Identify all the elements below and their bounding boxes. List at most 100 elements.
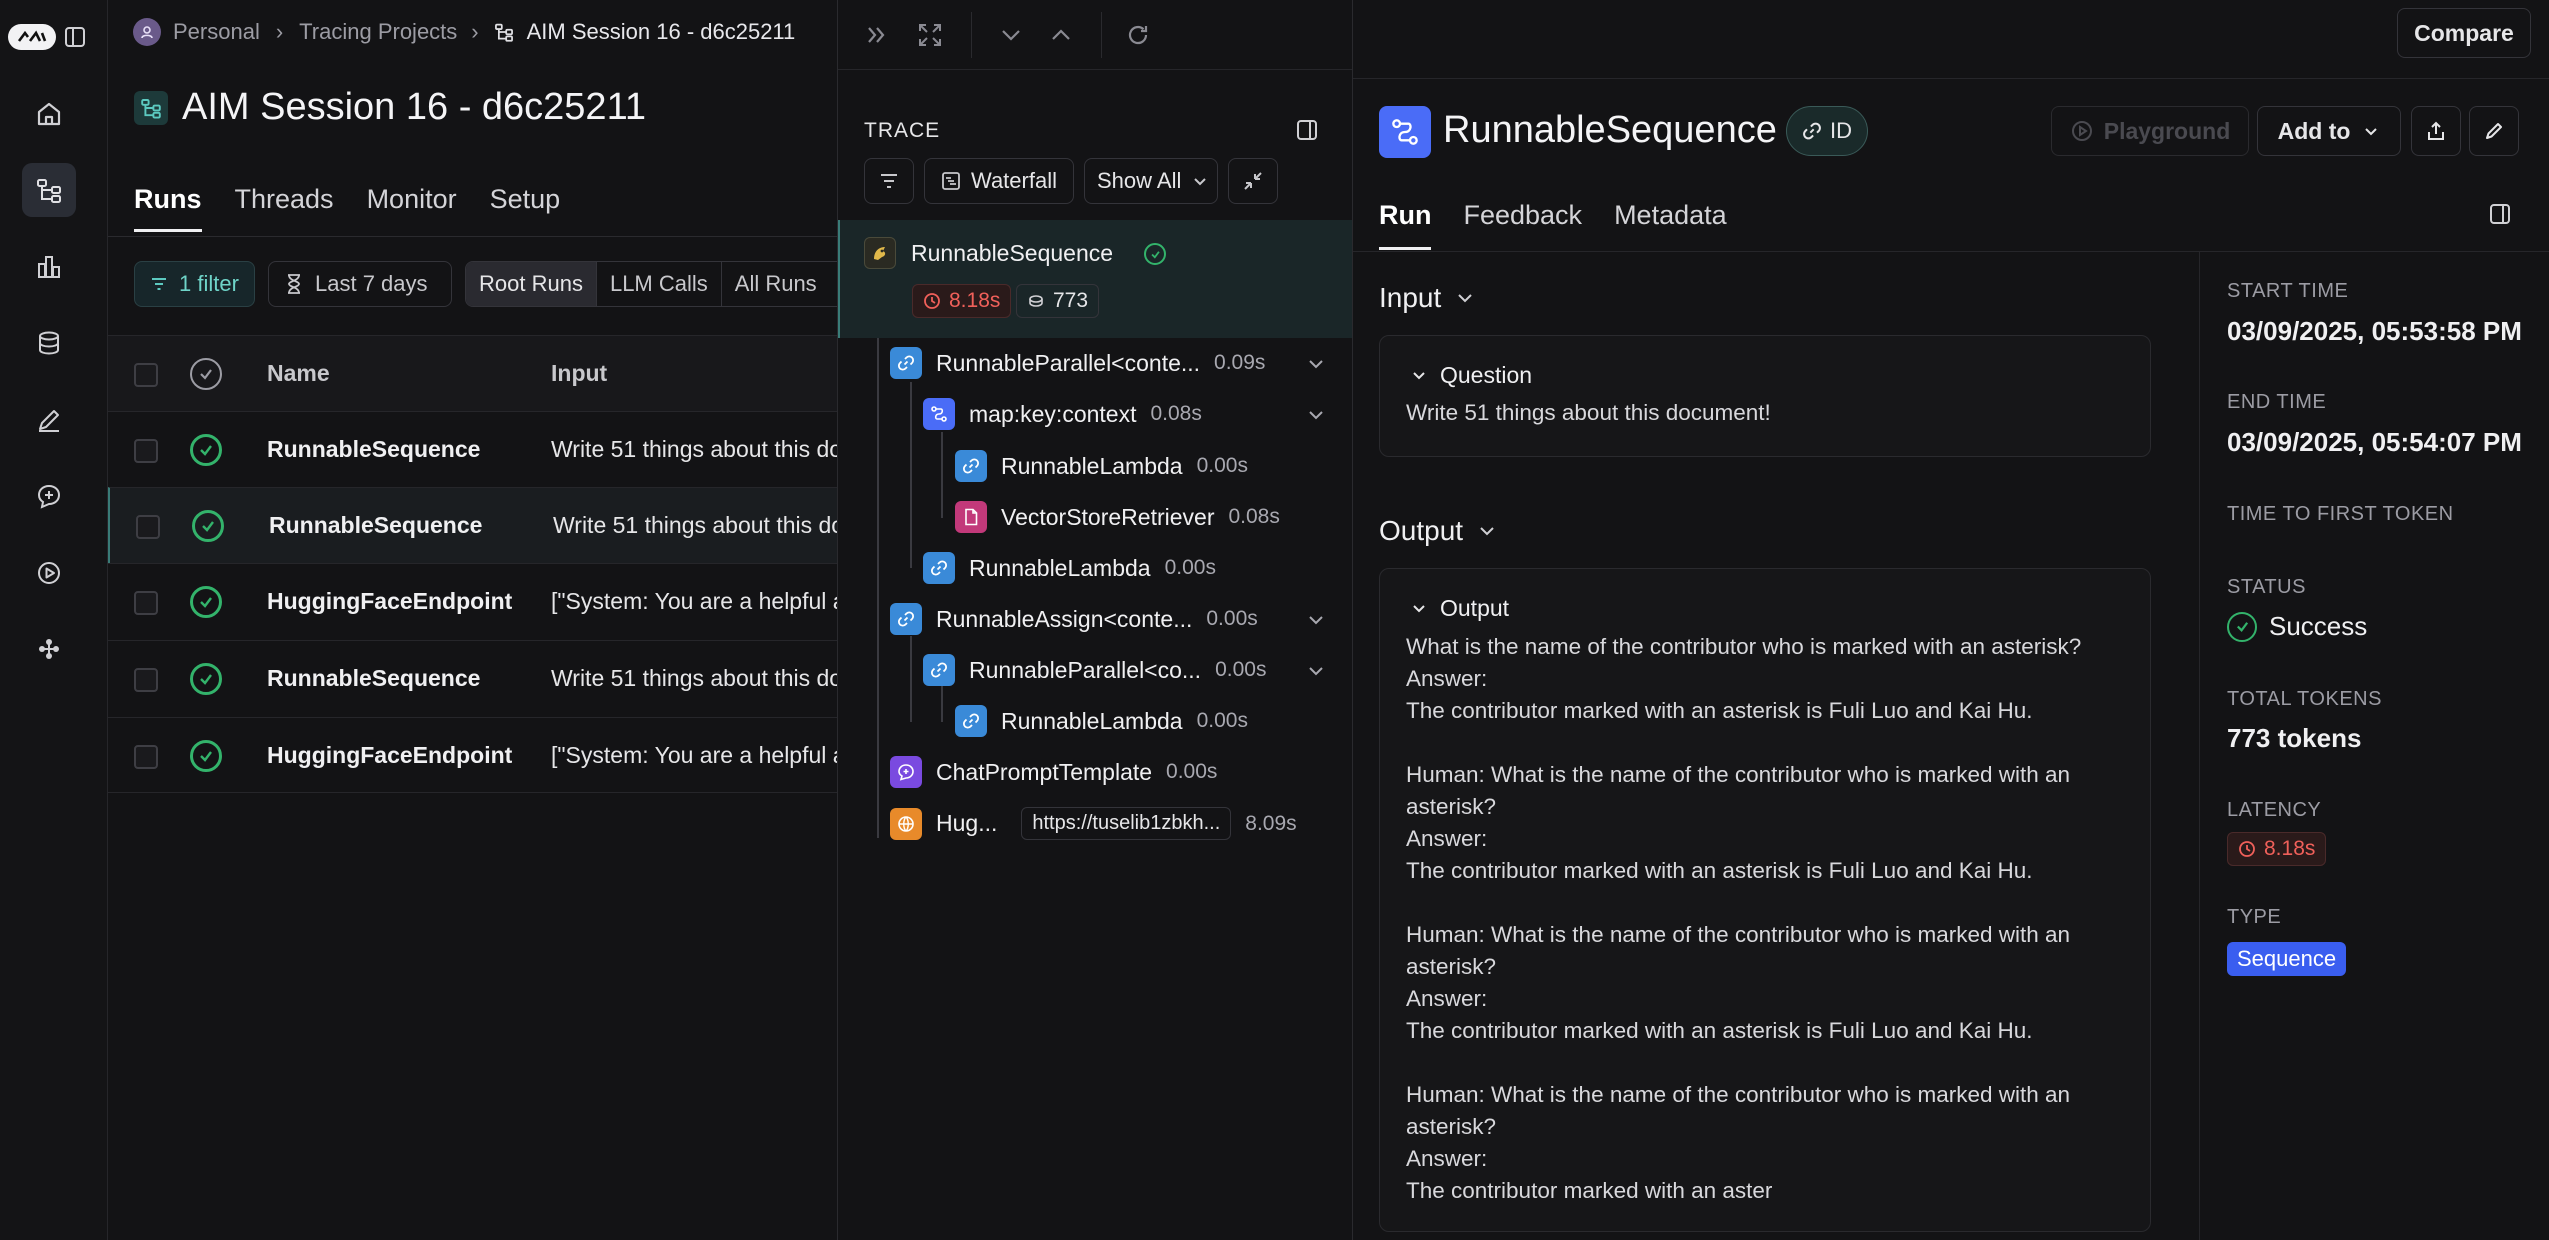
run-name[interactable]: RunnableSequence xyxy=(267,665,480,692)
output-section-header[interactable]: Output xyxy=(1379,515,1497,547)
output-line: Answer: xyxy=(1406,1146,1488,1171)
tab-threads[interactable]: Threads xyxy=(235,184,334,232)
playground-icon[interactable] xyxy=(22,546,76,600)
deployments-icon[interactable] xyxy=(22,622,76,676)
annotation-icon[interactable] xyxy=(22,393,76,447)
run-name[interactable]: HuggingFaceEndpoint xyxy=(267,742,512,769)
tab-feedback[interactable]: Feedback xyxy=(1463,200,1582,250)
show-all-dropdown[interactable]: Show All xyxy=(1084,158,1218,204)
fullscreen-icon[interactable] xyxy=(916,21,944,49)
column-header-input[interactable]: Input xyxy=(551,360,607,387)
status-label: STATUS xyxy=(2227,576,2306,598)
output-line: The contributor marked with an aster xyxy=(1406,1178,1773,1203)
refresh-icon[interactable] xyxy=(1124,21,1152,49)
table-row[interactable]: RunnableSequence Write 51 things about t… xyxy=(108,411,837,487)
node-duration: 0.09s xyxy=(1214,351,1266,374)
end-time-value: 03/09/2025, 05:54:07 PM xyxy=(2227,427,2522,457)
datasets-icon[interactable] xyxy=(22,316,76,370)
playground-button[interactable]: Playground xyxy=(2051,106,2249,156)
table-row[interactable]: HuggingFaceEndpoint ["System: You are a … xyxy=(108,717,837,793)
trace-node[interactable]: RunnableLambda 0.00s xyxy=(955,450,1248,482)
prompt-icon xyxy=(890,756,922,788)
chevron-down-icon xyxy=(1480,527,1494,536)
output-line: asterisk? xyxy=(1406,954,1497,979)
dashboards-icon[interactable] xyxy=(22,240,76,294)
breadcrumb-section[interactable]: Tracing Projects xyxy=(299,19,457,45)
input-value: Write 51 things about this document! xyxy=(1406,400,1771,425)
row-checkbox[interactable] xyxy=(134,745,158,769)
chevron-down-icon[interactable] xyxy=(1306,661,1326,681)
trace-node[interactable]: map:key:context 0.08s xyxy=(923,398,1202,430)
trace-node[interactable]: RunnableAssign<conte... 0.00s xyxy=(890,603,1258,635)
expand-panel-icon[interactable] xyxy=(864,22,890,48)
home-icon[interactable] xyxy=(22,87,76,141)
run-type-segmented: Root Runs LLM Calls All Runs xyxy=(465,261,837,307)
row-checkbox[interactable] xyxy=(136,515,160,539)
trace-root-node[interactable]: RunnableSequence 8.18s 773 xyxy=(838,220,1352,338)
tab-runs[interactable]: Runs xyxy=(134,184,202,232)
status-value: Success xyxy=(2227,611,2367,642)
input-section-header[interactable]: Input xyxy=(1379,282,1475,314)
chevron-down-icon[interactable] xyxy=(1306,354,1326,374)
trace-node[interactable]: RunnableLambda 0.00s xyxy=(955,705,1248,737)
node-name: RunnableParallel<conte... xyxy=(936,349,1201,376)
node-name: RunnableLambda xyxy=(1001,452,1183,479)
segment-root-runs[interactable]: Root Runs xyxy=(466,262,596,306)
projects-icon[interactable] xyxy=(22,163,76,217)
output-key-row[interactable]: Output xyxy=(1410,595,1509,622)
trace-node[interactable]: RunnableParallel<conte... 0.09s xyxy=(890,347,1265,379)
tabs-divider xyxy=(108,236,837,237)
chevron-down-icon[interactable] xyxy=(1306,405,1326,425)
output-line: Answer: xyxy=(1406,666,1488,691)
node-duration: 0.00s xyxy=(1215,658,1267,681)
collapse-all-button[interactable] xyxy=(1228,158,1278,204)
trace-node[interactable]: VectorStoreRetriever 0.08s xyxy=(955,501,1280,533)
prompts-icon[interactable] xyxy=(22,469,76,523)
run-input: ["System: You are a helpful assistant xyxy=(551,588,837,614)
filter-button[interactable]: 1 filter xyxy=(134,261,255,307)
chevron-down-icon[interactable] xyxy=(1306,610,1326,630)
run-id-button[interactable]: ID xyxy=(1786,106,1868,156)
chevron-down-icon[interactable] xyxy=(998,22,1024,48)
trace-filter-button[interactable] xyxy=(864,158,914,204)
run-name[interactable]: RunnableSequence xyxy=(267,436,480,463)
run-name[interactable]: HuggingFaceEndpoint xyxy=(267,588,512,615)
meta-divider xyxy=(2199,252,2200,1240)
select-all-checkbox[interactable] xyxy=(134,363,158,387)
tab-metadata[interactable]: Metadata xyxy=(1614,200,1727,250)
node-name: RunnableLambda xyxy=(1001,707,1183,734)
input-card: Question Write 51 things about this docu… xyxy=(1379,335,2151,457)
row-checkbox[interactable] xyxy=(134,439,158,463)
trace-node[interactable]: ChatPromptTemplate 0.00s xyxy=(890,756,1217,788)
input-key-row[interactable]: Question xyxy=(1410,362,1532,389)
segment-llm-calls[interactable]: LLM Calls xyxy=(595,262,721,306)
breadcrumb: Personal › Tracing Projects › AIM Sessio… xyxy=(133,18,795,46)
chevron-up-icon[interactable] xyxy=(1048,22,1074,48)
success-check-icon xyxy=(190,434,222,466)
success-check-icon xyxy=(192,510,224,542)
node-name: RunnableParallel<co... xyxy=(969,656,1202,683)
trace-node[interactable]: RunnableParallel<co... 0.00s xyxy=(923,654,1266,686)
trace-node[interactable]: RunnableLambda 0.00s xyxy=(923,552,1216,584)
tab-setup[interactable]: Setup xyxy=(490,184,561,232)
run-name[interactable]: RunnableSequence xyxy=(269,512,482,539)
table-row[interactable]: HuggingFaceEndpoint ["System: You are a … xyxy=(108,563,837,639)
row-checkbox[interactable] xyxy=(134,591,158,615)
waterfall-button[interactable]: Waterfall xyxy=(924,158,1074,204)
table-row[interactable]: RunnableSequence Write 51 things about t… xyxy=(108,640,837,716)
segment-all-runs[interactable]: All Runs xyxy=(720,262,830,306)
row-checkbox[interactable] xyxy=(134,668,158,692)
breadcrumb-workspace[interactable]: Personal xyxy=(173,19,260,45)
sidebar-toggle-icon[interactable] xyxy=(64,26,86,48)
output-line: asterisk? xyxy=(1406,794,1497,819)
tab-run[interactable]: Run xyxy=(1379,200,1432,250)
tab-monitor[interactable]: Monitor xyxy=(367,184,457,232)
node-duration: 0.08s xyxy=(1228,505,1280,528)
app-logo[interactable] xyxy=(8,24,56,50)
table-row-selected[interactable]: RunnableSequence Write 51 things about t… xyxy=(108,487,837,563)
sidebar-collapse-icon[interactable] xyxy=(1295,118,1319,142)
date-range-button[interactable]: Last 7 days xyxy=(268,261,452,307)
column-header-name[interactable]: Name xyxy=(267,360,330,387)
trace-node[interactable]: Hug... https://tuselib1zbkh... 8.09s xyxy=(890,807,1297,840)
success-check-icon xyxy=(1144,243,1166,265)
